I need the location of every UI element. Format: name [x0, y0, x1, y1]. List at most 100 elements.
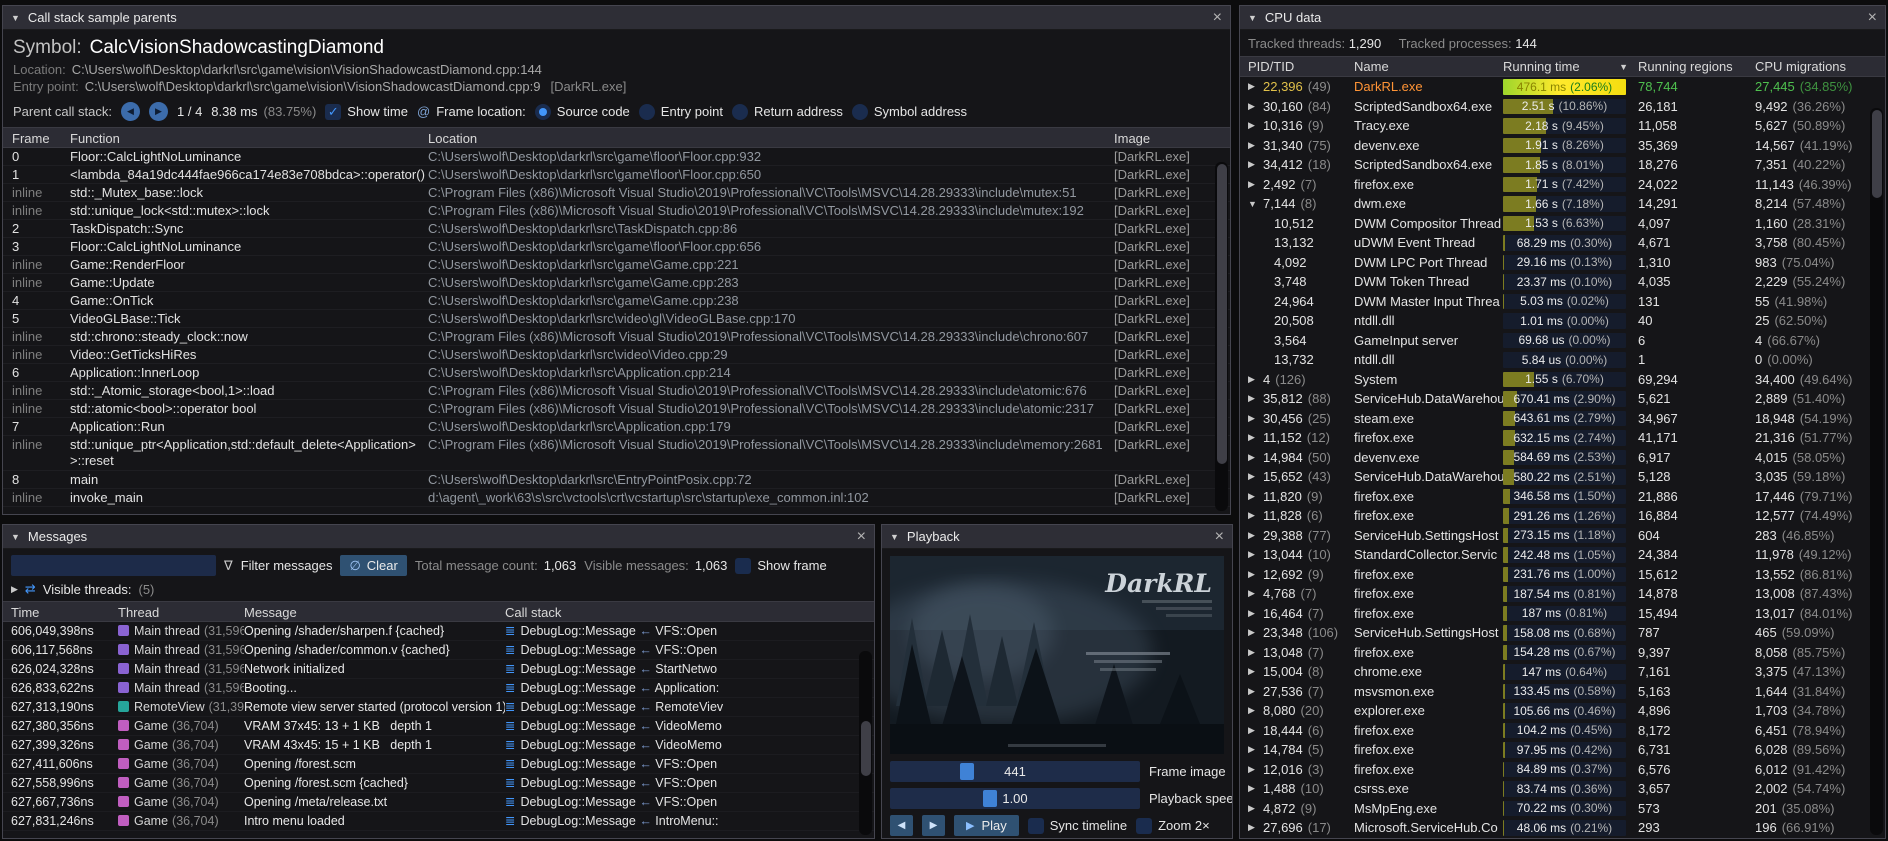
cpu-process-row[interactable]: ▶22,396(49)DarkRL.exe476.1 ms(2.06%)78,7…: [1240, 77, 1885, 97]
cpu-process-row[interactable]: ▶14,784(5)firefox.exe97.95 ms(0.42%)6,73…: [1240, 740, 1885, 760]
cpu-process-row[interactable]: ▶34,412(18)ScriptedSandbox64.exe1.85 s(8…: [1240, 155, 1885, 175]
callstack-frame-row[interactable]: inlinestd::_Atomic_storage<bool,1>::load…: [3, 382, 1230, 400]
next-frame-button[interactable]: ▶: [922, 815, 945, 836]
cpu-process-row[interactable]: 24,964DWM Master Input Threa5.03 ms(0.02…: [1240, 292, 1885, 312]
cpu-process-row[interactable]: ▶18,444(6)firefox.exe104.2 ms(0.45%)8,17…: [1240, 721, 1885, 741]
message-callstack-link[interactable]: ≣DebugLog::Message ← StartNetwo: [505, 660, 874, 678]
zoom-2x-checkbox[interactable]: Zoom 2×: [1136, 818, 1210, 834]
expand-arrow-icon[interactable]: ▶: [11, 584, 18, 595]
cpu-process-row[interactable]: ▶4,768(7)firefox.exe187.54 ms(0.81%)14,8…: [1240, 584, 1885, 604]
expand-arrow-icon[interactable]: ▶: [1248, 686, 1258, 697]
cpu-process-row[interactable]: ▶4(126)System1.55 s(6.70%)69,29434,400(4…: [1240, 370, 1885, 390]
message-row[interactable]: 627,558,996nsGame(36,704)Opening /forest…: [3, 774, 874, 793]
callstack-frame-row[interactable]: inlinestd::_Mutex_base::lockC:\Program F…: [3, 184, 1230, 202]
scrollbar-thumb[interactable]: [1217, 164, 1227, 464]
message-callstack-link[interactable]: ≣DebugLog::Message ← VFS::Open: [505, 622, 874, 640]
cpu-process-row[interactable]: ▶23,348(106)ServiceHub.SettingsHost158.0…: [1240, 623, 1885, 643]
previous-frame-button[interactable]: ◀: [890, 815, 913, 836]
expand-arrow-icon[interactable]: ▶: [1248, 413, 1258, 424]
radio-return-address[interactable]: Return address: [732, 104, 843, 120]
message-row[interactable]: 627,313,190nsRemoteView(31,392)Remote vi…: [3, 698, 874, 717]
cpu-process-row[interactable]: 13,132uDWM Event Thread68.29 ms(0.30%)4,…: [1240, 233, 1885, 253]
callstack-frame-row[interactable]: inlinestd::unique_ptr<Application,std::d…: [3, 436, 1230, 471]
callstack-frame-row[interactable]: 7Application::RunC:\Users\wolf\Desktop\d…: [3, 418, 1230, 436]
radio-selected-icon[interactable]: [535, 104, 551, 120]
expand-arrow-icon[interactable]: ▶: [1248, 471, 1258, 482]
cpu-process-row[interactable]: ▶11,820(9)firefox.exe346.58 ms(1.50%)21,…: [1240, 487, 1885, 507]
callstack-frame-row[interactable]: inlinestd::unique_lock<std::mutex>::lock…: [3, 202, 1230, 220]
cpu-process-row[interactable]: ▶30,456(25)steam.exe643.61 ms(2.79%)34,9…: [1240, 409, 1885, 429]
cpu-process-row[interactable]: 13,732ntdll.dll5.84 us(0.00%)10(0.00%): [1240, 350, 1885, 370]
col-running-time[interactable]: Running time▼: [1503, 59, 1638, 74]
callstack-titlebar[interactable]: ▼ Call stack sample parents ×: [3, 6, 1230, 30]
cpu-process-row[interactable]: ▶13,048(7)firefox.exe154.28 ms(0.67%)9,3…: [1240, 643, 1885, 663]
cpu-process-row[interactable]: 3,748DWM Token Thread23.37 ms(0.10%)4,03…: [1240, 272, 1885, 292]
expand-arrow-icon[interactable]: ▶: [1248, 510, 1258, 521]
expand-arrow-icon[interactable]: ▶: [1248, 764, 1258, 775]
expand-arrow-icon[interactable]: ▶: [1248, 432, 1258, 443]
callstack-frame-row[interactable]: 8mainC:\Users\wolf\Desktop\darkrl\src\En…: [3, 471, 1230, 489]
callstack-frame-row[interactable]: 6Application::InnerLoopC:\Users\wolf\Des…: [3, 364, 1230, 382]
message-callstack-link[interactable]: ≣DebugLog::Message ← VideoMemo: [505, 717, 874, 735]
prev-callstack-button[interactable]: ◀: [121, 102, 140, 121]
collapse-arrow-icon[interactable]: ▼: [1248, 13, 1257, 23]
expand-arrow-icon[interactable]: ▶: [1248, 608, 1258, 619]
cpu-process-row[interactable]: ▶29,388(77)ServiceHub.SettingsHost273.15…: [1240, 526, 1885, 546]
show-frame-checkbox[interactable]: Show frame: [735, 558, 826, 574]
message-callstack-link[interactable]: ≣DebugLog::Message ← VFS::Open: [505, 641, 874, 659]
col-cpu-migrations[interactable]: CPU migrations: [1755, 59, 1885, 74]
radio-symbol-address[interactable]: Symbol address: [852, 104, 967, 120]
callstack-frame-row[interactable]: inlineinvoke_maind:\agent\_work\63\s\src…: [3, 489, 1230, 507]
callstack-frame-row[interactable]: inlineGame::RenderFloorC:\Users\wolf\Des…: [3, 256, 1230, 274]
cpu-process-row[interactable]: ▶15,652(43)ServiceHub.DataWarehou580.22 …: [1240, 467, 1885, 487]
message-row[interactable]: 626,024,328nsMain thread(31,596)Network …: [3, 660, 874, 679]
message-row[interactable]: 627,399,326nsGame(36,704)VRAM 43x45: 15 …: [3, 736, 874, 755]
close-icon[interactable]: ×: [1215, 529, 1224, 545]
radio-source-code[interactable]: Source code: [535, 104, 630, 120]
expand-arrow-icon[interactable]: ▶: [1248, 647, 1258, 658]
message-row[interactable]: 606,117,568nsMain thread(31,596)Opening …: [3, 641, 874, 660]
visible-threads-row[interactable]: ▶ ⇄ Visible threads: (5): [3, 580, 874, 601]
expand-arrow-icon[interactable]: ▶: [1248, 705, 1258, 716]
expand-arrow-icon[interactable]: ▶: [1248, 569, 1258, 580]
cpu-process-row[interactable]: ▶11,152(12)firefox.exe632.15 ms(2.74%)41…: [1240, 428, 1885, 448]
col-running-regions[interactable]: Running regions: [1638, 59, 1755, 74]
callstack-frame-row[interactable]: 0Floor::CalcLightNoLuminanceC:\Users\wol…: [3, 148, 1230, 166]
message-callstack-link[interactable]: ≣DebugLog::Message ← VFS::Open: [505, 793, 874, 811]
expand-arrow-icon[interactable]: ▶: [1248, 783, 1258, 794]
expand-arrow-icon[interactable]: ▶: [1248, 822, 1258, 833]
expand-arrow-icon[interactable]: ▶: [1248, 159, 1258, 170]
cpu-process-row[interactable]: ▶1,488(10)csrss.exe83.74 ms(0.36%)3,6572…: [1240, 779, 1885, 799]
cpu-process-row[interactable]: 3,564GameInput server69.68 us(0.00%)64(6…: [1240, 331, 1885, 351]
cpu-process-row[interactable]: ▶4,872(9)MsMpEng.exe70.22 ms(0.30%)57320…: [1240, 799, 1885, 819]
scrollbar-thumb[interactable]: [861, 721, 871, 776]
message-row[interactable]: 627,380,356nsGame(36,704)VRAM 37x45: 13 …: [3, 717, 874, 736]
expand-arrow-icon[interactable]: ▼: [1248, 199, 1258, 209]
expand-arrow-icon[interactable]: ▶: [1248, 627, 1258, 638]
expand-arrow-icon[interactable]: ▶: [1248, 491, 1258, 502]
collapse-arrow-icon[interactable]: ▼: [890, 532, 899, 542]
expand-arrow-icon[interactable]: ▶: [1248, 120, 1258, 131]
radio-icon[interactable]: [732, 104, 748, 120]
cpu-vertical-scrollbar[interactable]: [1870, 108, 1883, 835]
message-row[interactable]: 626,833,622nsMain thread(31,596)Booting.…: [3, 679, 874, 698]
callstack-frame-row[interactable]: inlinestd::chrono::steady_clock::nowC:\P…: [3, 328, 1230, 346]
checkbox-icon[interactable]: [735, 558, 751, 574]
expand-arrow-icon[interactable]: ▶: [1248, 803, 1258, 814]
next-callstack-button[interactable]: ▶: [149, 102, 168, 121]
cpu-process-row[interactable]: 20,508ntdll.dll1.01 ms(0.00%)4025(62.50%…: [1240, 311, 1885, 331]
message-row[interactable]: 606,049,398nsMain thread(31,596)Opening …: [3, 622, 874, 641]
clear-filter-button[interactable]: ∅ Clear: [340, 555, 406, 576]
radio-icon[interactable]: [639, 104, 655, 120]
message-row[interactable]: 627,667,736nsGame(36,704)Opening /meta/r…: [3, 793, 874, 812]
expand-arrow-icon[interactable]: ▶: [1248, 666, 1258, 677]
close-icon[interactable]: ×: [1868, 10, 1877, 26]
expand-arrow-icon[interactable]: ▶: [1248, 101, 1258, 112]
cpu-process-row[interactable]: ▶31,340(75)devenv.exe1.91 s(8.26%)35,369…: [1240, 136, 1885, 156]
cpu-process-row[interactable]: ▼7,144(8)dwm.exe1.66 s(7.18%)14,2918,214…: [1240, 194, 1885, 214]
col-name[interactable]: Name: [1354, 59, 1503, 74]
radio-icon[interactable]: [852, 104, 868, 120]
play-button[interactable]: ▶ Play: [954, 815, 1019, 836]
messages-vertical-scrollbar[interactable]: [859, 651, 872, 835]
playback-titlebar[interactable]: ▼ Playback ×: [882, 525, 1232, 549]
